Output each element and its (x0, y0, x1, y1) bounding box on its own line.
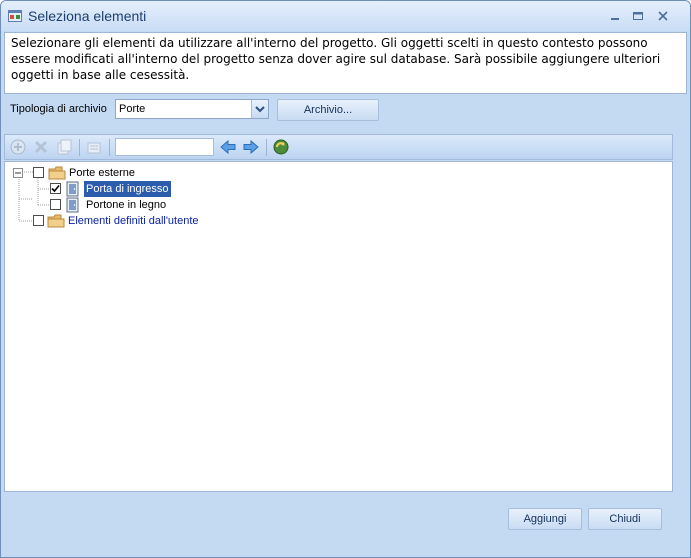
close-button[interactable]: Chiudi (588, 508, 662, 530)
properties-icon[interactable] (85, 138, 103, 156)
collapse-icon[interactable] (13, 168, 23, 178)
toolbar-separator (79, 139, 80, 156)
add-button[interactable]: Aggiungi (508, 508, 582, 530)
checkmark-icon (51, 184, 60, 193)
archive-button[interactable]: Archivio... (277, 99, 379, 121)
tree-node-label: Elementi definiti dall'utente (68, 215, 199, 227)
app-icon (8, 10, 22, 22)
copy-icon[interactable] (55, 138, 73, 156)
chevron-down-icon (255, 106, 265, 113)
folder-icon (48, 166, 66, 180)
dropdown-button[interactable] (251, 100, 268, 118)
toolbar-separator (109, 139, 110, 156)
title-bar[interactable]: Seleziona elementi (1, 1, 690, 31)
root-checkbox[interactable] (33, 167, 44, 178)
maximize-icon[interactable] (629, 7, 647, 25)
archive-type-label: Tipologia di archivio (10, 103, 107, 115)
minimize-icon[interactable] (606, 7, 624, 25)
folder-icon (47, 214, 65, 228)
tree-node-label: Porte esterne (69, 167, 136, 179)
window-title: Seleziona elementi (28, 8, 147, 24)
archive-type-value: Porte (119, 103, 146, 115)
dialog-window: Seleziona elementi Selezionare gli eleme… (0, 0, 691, 558)
child-checkbox-checked[interactable] (50, 183, 61, 194)
tree-node-label: Portone in legno (86, 199, 167, 211)
forward-arrow-icon[interactable] (242, 138, 260, 156)
back-arrow-icon[interactable] (219, 138, 237, 156)
tree-node-label-selected: Porta di ingresso (84, 181, 171, 197)
tree-node-root[interactable]: Porte esterne (13, 165, 213, 181)
toolbar-separator (266, 139, 267, 156)
delete-icon[interactable] (32, 138, 50, 156)
refresh-icon[interactable] (272, 138, 290, 156)
child-checkbox[interactable] (50, 199, 61, 210)
close-icon[interactable] (654, 7, 672, 25)
description-text: Selezionare gli elementi da utilizzare a… (4, 32, 687, 94)
tree-node-user-defined[interactable]: Elementi definiti dall'utente (31, 213, 251, 229)
add-icon[interactable] (9, 138, 27, 156)
tree-node-child[interactable]: Porta di ingresso (50, 181, 250, 197)
door-icon (66, 181, 79, 197)
archive-type-select[interactable]: Porte (115, 99, 269, 119)
tree-node-child[interactable]: Portone in legno (50, 197, 250, 213)
elements-tree[interactable]: Porte esterne Porta di ingresso Portone … (4, 161, 673, 492)
door-icon (66, 197, 79, 213)
search-input[interactable] (115, 138, 214, 156)
toolbar (4, 134, 673, 160)
user-defined-checkbox[interactable] (33, 215, 44, 226)
